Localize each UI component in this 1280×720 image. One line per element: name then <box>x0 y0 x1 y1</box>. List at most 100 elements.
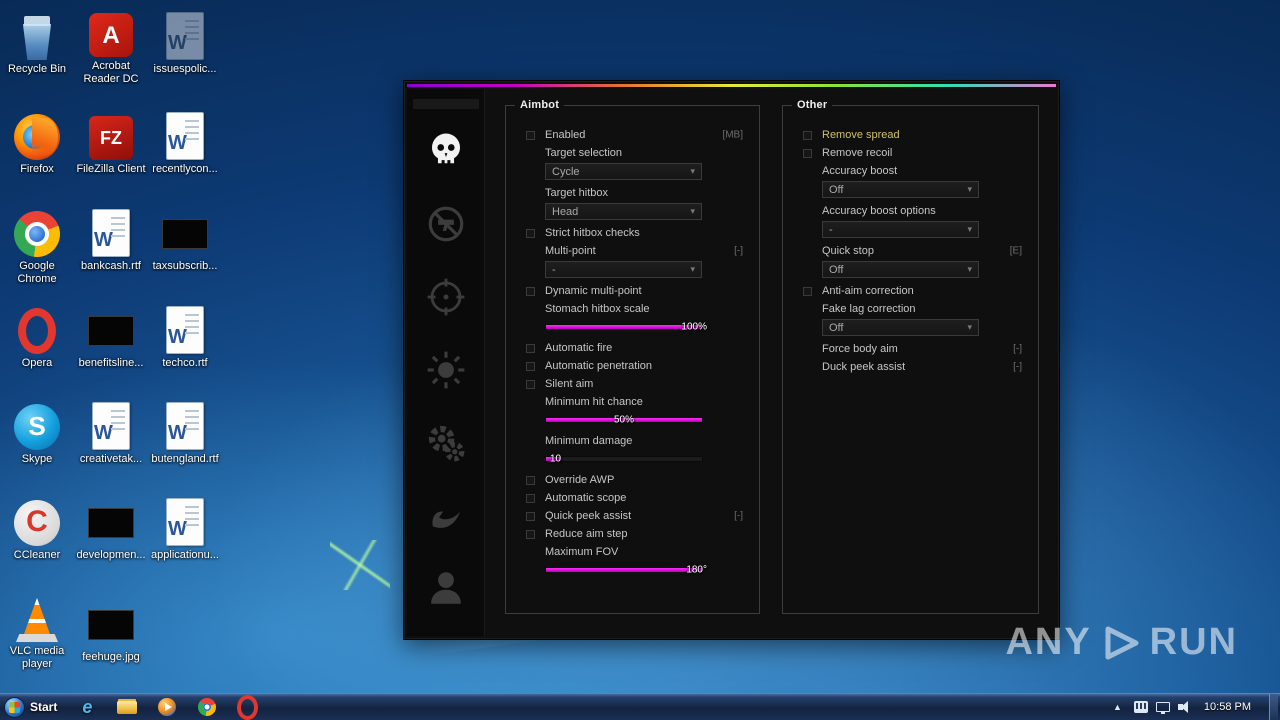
tray-network-icon[interactable] <box>1155 702 1170 714</box>
tray-volume-icon[interactable] <box>1177 701 1192 713</box>
tab-crosshair[interactable] <box>420 272 472 322</box>
automatic-scope-checkbox[interactable] <box>526 493 535 503</box>
taskbar-clock[interactable]: 10:58 PM <box>1200 701 1261 713</box>
remove-spread-checkbox[interactable] <box>803 130 812 140</box>
override-awp-checkbox[interactable] <box>526 475 535 485</box>
max-fov-label: Maximum FOV <box>545 546 619 558</box>
desktop-icon-skype[interactable]: Skype <box>0 398 74 466</box>
stomach-scale-slider[interactable]: 100% <box>545 321 707 333</box>
row-remove-spread: Remove spread <box>803 126 1028 144</box>
desktop-icon-label: creativetak... <box>79 453 143 465</box>
desktop: Recycle Bin Acrobat Reader DC issuespoli… <box>0 0 1280 720</box>
accuracy-boost-options-dropdown[interactable]: - ▾ <box>822 221 979 238</box>
desktop-icon-benefitsline[interactable]: benefitsline... <box>74 302 148 370</box>
quick-peek-checkbox[interactable] <box>526 511 535 521</box>
remove-recoil-checkbox[interactable] <box>803 148 812 158</box>
skull-icon <box>431 133 460 164</box>
desktop-icon-butengland[interactable]: butengland.rtf <box>148 398 222 466</box>
desktop-icon-recycle-bin[interactable]: Recycle Bin <box>0 8 74 76</box>
desktop-icon-label: FileZilla Client <box>76 163 146 175</box>
media-player-taskbar-icon[interactable] <box>153 696 181 719</box>
automatic-penetration-checkbox[interactable] <box>526 361 535 371</box>
max-fov-slider[interactable]: 180° <box>545 564 707 576</box>
duck-peek-assist-row[interactable]: Duck peek assist [-] <box>803 358 1028 376</box>
filezilla-icon <box>89 116 133 160</box>
desktop-icon-acrobat[interactable]: Acrobat Reader DC <box>74 5 148 86</box>
target-hitbox-dropdown[interactable]: Head ▾ <box>545 203 702 220</box>
tab-aimbot[interactable] <box>420 127 472 177</box>
force-body-aim-row[interactable]: Force body aim [-] <box>803 340 1028 358</box>
chrome-icon <box>14 211 60 257</box>
quick-stop-dropdown[interactable]: Off ▾ <box>822 261 979 278</box>
desktop-icon-developmen[interactable]: developmen... <box>74 494 148 562</box>
desktop-icon-applicationu[interactable]: applicationu... <box>148 494 222 562</box>
desktop-icon-firefox[interactable]: Firefox <box>0 108 74 176</box>
slider-track <box>545 567 703 573</box>
dropdown-value: Cycle <box>552 165 580 178</box>
row-reduce-aim-step: Reduce aim step <box>526 525 749 543</box>
tray-keyboard-icon[interactable] <box>1133 701 1148 713</box>
tab-triggerbot[interactable] <box>420 199 472 249</box>
desktop-icon-vlc[interactable]: VLC media player <box>0 590 74 671</box>
internet-explorer-taskbar-icon[interactable] <box>73 696 101 719</box>
sun-icon <box>427 351 464 389</box>
duck-peek-assist-hotkey: [-] <box>1013 361 1022 373</box>
anyrun-play-logo-icon <box>1105 626 1139 659</box>
tab-misc[interactable] <box>420 490 472 540</box>
desktop-icon-label: bankcash.rtf <box>81 260 141 272</box>
multipoint-label-row: Multi-point [-] <box>526 242 749 260</box>
desktop-icon-feehuge[interactable]: feehuge.jpg <box>74 596 148 664</box>
chrome-taskbar-icon[interactable] <box>193 696 221 719</box>
fake-lag-correction-dropdown[interactable]: Off ▾ <box>822 319 979 336</box>
duck-peek-assist-label: Duck peek assist <box>822 361 906 373</box>
opera-icon <box>18 308 56 354</box>
desktop-icon-issuespolic[interactable]: issuespolic... <box>148 8 222 76</box>
accuracy-boost-dropdown[interactable]: Off ▾ <box>822 181 979 198</box>
tab-settings[interactable] <box>420 418 472 468</box>
desktop-icon-opera[interactable]: Opera <box>0 302 74 370</box>
min-hit-chance-label: Minimum hit chance <box>545 396 643 408</box>
tab-visuals[interactable] <box>420 345 472 395</box>
explorer-folder-taskbar-icon[interactable] <box>113 696 141 719</box>
dropdown-value: Off <box>829 183 844 196</box>
reduce-aim-step-label: Reduce aim step <box>545 528 628 540</box>
desktop-icon-filezilla[interactable]: FileZilla Client <box>74 108 148 176</box>
automatic-fire-checkbox[interactable] <box>526 343 535 353</box>
anti-aim-correction-checkbox[interactable] <box>803 286 812 296</box>
black-thumbnail-icon <box>88 316 134 346</box>
no-trigger-icon <box>428 206 463 242</box>
enabled-hotkey: [MB] <box>722 129 743 141</box>
desktop-icon-taxsubscrib[interactable]: taxsubscrib... <box>148 205 222 273</box>
aimbot-panel: Aimbot Enabled [MB] Target selection Cyc… <box>505 99 760 614</box>
tray-expand-arrow-icon[interactable]: ▲ <box>1109 700 1126 714</box>
crosshair-icon <box>427 278 464 316</box>
desktop-icon-recentlycon[interactable]: recentlycon... <box>148 108 222 176</box>
tab-profile[interactable] <box>420 563 472 613</box>
watermark-text-run: RUN <box>1149 621 1238 663</box>
strict-hitbox-checkbox[interactable] <box>526 228 535 238</box>
show-desktop-button[interactable] <box>1269 694 1278 720</box>
row-enabled: Enabled [MB] <box>526 126 749 144</box>
person-icon <box>430 572 461 604</box>
reduce-aim-step-checkbox[interactable] <box>526 529 535 539</box>
quick-stop-hotkey: [E] <box>1009 245 1022 257</box>
min-damage-slider[interactable]: 10 <box>545 453 703 465</box>
start-label: Start <box>30 700 58 714</box>
opera-taskbar-icon[interactable] <box>233 696 261 719</box>
min-hit-chance-slider[interactable]: 50% <box>545 414 703 426</box>
start-button[interactable]: Start <box>0 694 67 720</box>
silent-aim-checkbox[interactable] <box>526 379 535 389</box>
multipoint-dropdown[interactable]: - ▾ <box>545 261 702 278</box>
desktop-icon-chrome[interactable]: Google Chrome <box>0 205 74 286</box>
enabled-checkbox[interactable] <box>526 130 535 140</box>
desktop-icon-ccleaner[interactable]: CCleaner <box>0 494 74 562</box>
desktop-icon-techco[interactable]: techco.rtf <box>148 302 222 370</box>
chevron-down-icon: ▾ <box>690 206 695 216</box>
quick-peek-hotkey: [-] <box>734 510 743 522</box>
slider-value: 180° <box>686 564 707 576</box>
enabled-label: Enabled <box>545 129 586 141</box>
desktop-icon-bankcash[interactable]: bankcash.rtf <box>74 205 148 273</box>
dynamic-multipoint-checkbox[interactable] <box>526 286 535 296</box>
desktop-icon-creativetak[interactable]: creativetak... <box>74 398 148 466</box>
target-selection-dropdown[interactable]: Cycle ▾ <box>545 163 702 180</box>
